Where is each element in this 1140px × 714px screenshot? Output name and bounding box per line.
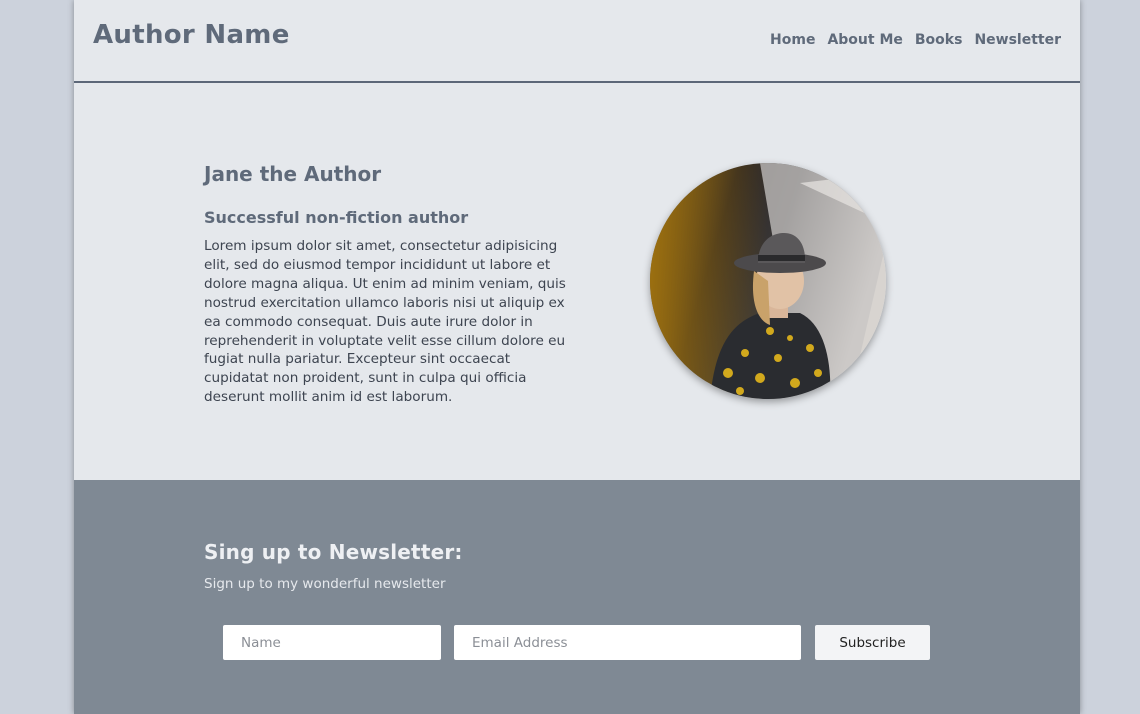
author-portrait [650, 163, 886, 399]
hero-title: Jane the Author [204, 162, 382, 186]
page-container: Author Name Home About Me Books Newslett… [74, 0, 1080, 714]
site-header: Author Name Home About Me Books Newslett… [74, 0, 1080, 83]
name-input[interactable] [223, 625, 441, 660]
newsletter-title: Sing up to Newsletter: [204, 540, 463, 564]
nav-books[interactable]: Books [915, 32, 963, 48]
author-portrait-image [650, 163, 886, 399]
email-input[interactable] [454, 625, 801, 660]
hero-section: Jane the Author Successful non-fiction a… [204, 162, 574, 407]
main-nav: Home About Me Books Newsletter [770, 32, 1061, 48]
newsletter-subtitle: Sign up to my wonderful newsletter [204, 576, 446, 592]
hero-subtitle: Successful non-fiction author [204, 208, 469, 227]
site-brand[interactable]: Author Name [93, 20, 290, 50]
nav-home[interactable]: Home [770, 32, 815, 48]
subscribe-button[interactable]: Subscribe [815, 625, 930, 660]
nav-newsletter[interactable]: Newsletter [974, 32, 1061, 48]
nav-about-me[interactable]: About Me [827, 32, 902, 48]
hero-body-text: Lorem ipsum dolor sit amet, consectetur … [204, 238, 566, 406]
newsletter-section: Sing up to Newsletter: Sign up to my won… [74, 480, 1080, 714]
